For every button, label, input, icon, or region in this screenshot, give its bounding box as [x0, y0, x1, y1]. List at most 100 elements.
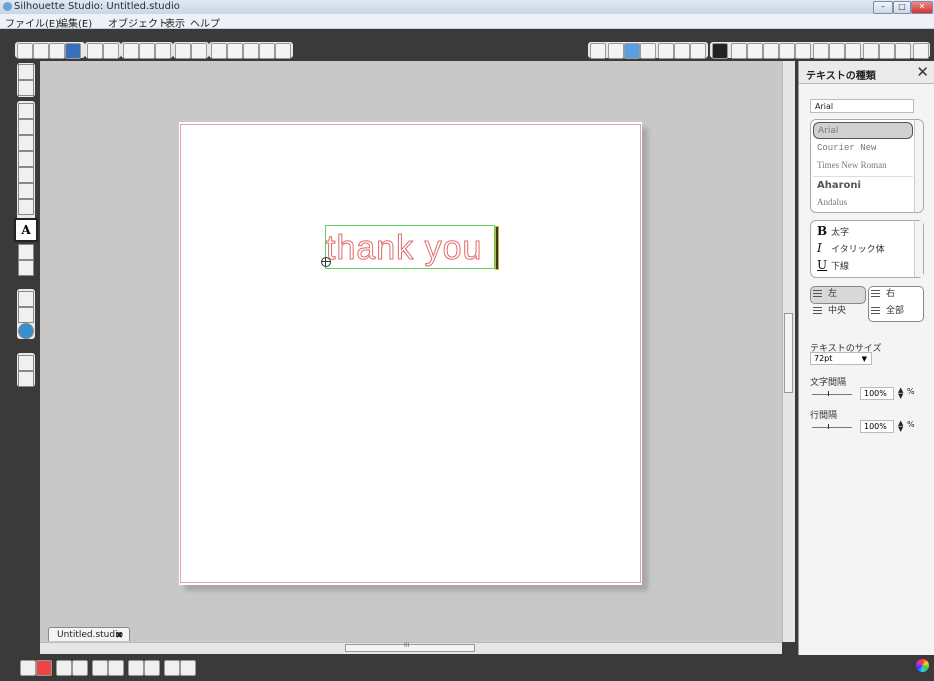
horizontal-scroll-thumb[interactable]: III — [345, 642, 475, 652]
transform-icon[interactable] — [731, 43, 747, 59]
cutter-icon[interactable] — [103, 43, 119, 59]
cut-settings-icon[interactable] — [863, 43, 879, 59]
page-setup-icon[interactable] — [829, 43, 845, 59]
print-icon[interactable] — [87, 43, 103, 59]
send-backward-icon[interactable] — [144, 660, 160, 676]
menu-view[interactable]: 表示 — [165, 15, 185, 30]
char-spacing-spinner-icon[interactable]: ▲ ▼ — [898, 387, 903, 400]
line-tool-icon[interactable] — [18, 103, 34, 119]
send-to-cutter-icon[interactable] — [895, 43, 911, 59]
ellipse-tool-icon[interactable] — [18, 151, 34, 167]
bring-forward-icon[interactable] — [128, 660, 144, 676]
line-style-icon[interactable] — [658, 43, 674, 59]
font-name-input[interactable]: Arial — [810, 99, 914, 113]
replicate-icon[interactable] — [747, 43, 763, 59]
design-page[interactable]: thank you — [179, 122, 642, 585]
vertical-scroll-thumb[interactable] — [784, 313, 793, 393]
close-tab-icon[interactable]: ✖ — [115, 629, 123, 643]
make-compound-icon[interactable] — [56, 660, 72, 676]
curve-tool-icon[interactable] — [18, 183, 34, 199]
menu-help[interactable]: ヘルプ — [190, 15, 220, 30]
menu-file[interactable]: ファイル(E) — [5, 15, 59, 30]
group-icon[interactable] — [20, 660, 36, 676]
align-icon[interactable] — [779, 43, 795, 59]
close-panel-icon[interactable]: ✕ — [916, 63, 929, 81]
freehand-tool-icon[interactable] — [18, 199, 34, 215]
offset-icon[interactable] — [795, 43, 811, 59]
menu-object[interactable]: オブジェクト — [108, 15, 168, 30]
line-spacing-spinner-icon[interactable]: ▲ ▼ — [898, 420, 903, 433]
save-as-icon[interactable] — [65, 43, 81, 59]
weld-icon[interactable] — [164, 660, 180, 676]
bold-option[interactable]: B 太字 — [817, 223, 849, 239]
vertical-scrollbar[interactable] — [782, 61, 795, 642]
line-width-icon[interactable] — [674, 43, 690, 59]
sketch-pen-icon[interactable] — [879, 43, 895, 59]
copy-icon[interactable] — [123, 43, 139, 59]
paste-icon[interactable] — [139, 43, 155, 59]
store-icon[interactable] — [18, 307, 34, 323]
redo-icon[interactable] — [191, 43, 207, 59]
new-document-icon[interactable] — [17, 43, 33, 59]
font-item-times[interactable]: Times New Roman — [813, 157, 913, 174]
char-spacing-input[interactable]: 100% — [860, 387, 894, 400]
text-anchor-icon[interactable] — [321, 257, 331, 267]
font-item-courier[interactable]: Courier New — [813, 140, 913, 157]
modify-icon[interactable] — [763, 43, 779, 59]
text-style-icon[interactable] — [712, 43, 728, 59]
undo-icon[interactable] — [175, 43, 191, 59]
rounded-rectangle-tool-icon[interactable] — [18, 135, 34, 151]
align-center-button[interactable]: 中央 — [810, 304, 864, 319]
pan-hand-icon[interactable] — [259, 43, 275, 59]
style-list-scrollbar[interactable] — [914, 221, 923, 277]
close-window-button[interactable]: ✕ — [911, 1, 933, 14]
text-content[interactable]: thank you — [325, 228, 482, 268]
underline-option[interactable]: U 下線 — [817, 257, 849, 273]
text-tool-button[interactable]: A — [14, 218, 38, 242]
font-item-arial[interactable]: Arial — [813, 122, 913, 139]
font-item-aharoni[interactable]: Aharoni — [813, 176, 913, 193]
font-list-scrollbar[interactable] — [914, 120, 923, 212]
fill-color-icon[interactable] — [608, 43, 624, 59]
color-wheel-icon[interactable] — [916, 659, 929, 672]
line-join-icon[interactable] — [690, 43, 706, 59]
eraser-tool-icon[interactable] — [18, 244, 34, 260]
line-color-icon[interactable] — [624, 43, 640, 59]
document-tab[interactable]: Untitled.studio ✖ — [48, 627, 130, 641]
zoom-out-icon[interactable] — [227, 43, 243, 59]
page-view-icon[interactable] — [18, 371, 34, 387]
library-icon[interactable] — [18, 291, 34, 307]
line-spacing-slider[interactable] — [812, 424, 852, 429]
char-spacing-slider[interactable] — [812, 391, 852, 396]
align-justify-button[interactable]: 全部 — [868, 304, 922, 319]
canvas-area[interactable]: thank you — [40, 61, 782, 642]
grid-icon[interactable] — [913, 43, 929, 59]
minimize-button[interactable]: – — [873, 1, 893, 14]
align-left-button[interactable]: 左 — [810, 287, 864, 302]
ungroup-icon[interactable] — [36, 660, 52, 676]
registration-icon[interactable] — [845, 43, 861, 59]
italic-option[interactable]: I イタリック体 — [817, 240, 885, 256]
delete-icon[interactable] — [108, 660, 124, 676]
text-size-select[interactable]: 72pt ▼ — [810, 352, 872, 365]
zoom-select-icon[interactable] — [243, 43, 259, 59]
knife-tool-icon[interactable] — [18, 260, 34, 276]
horizontal-scrollbar[interactable]: III — [40, 642, 782, 654]
online-store-icon[interactable] — [18, 323, 34, 339]
font-item-andalus[interactable]: Andalus — [813, 194, 913, 211]
lock-icon[interactable] — [590, 43, 606, 59]
color-picker-icon[interactable] — [180, 660, 196, 676]
text-object[interactable]: thank you — [321, 225, 499, 270]
char-spacing-knob[interactable] — [828, 391, 829, 396]
gradient-icon[interactable] — [640, 43, 656, 59]
zoom-in-icon[interactable] — [211, 43, 227, 59]
polygon-tool-icon[interactable] — [18, 167, 34, 183]
line-spacing-knob[interactable] — [828, 424, 829, 429]
release-compound-icon[interactable] — [72, 660, 88, 676]
select-arrow-icon[interactable] — [18, 64, 34, 80]
menu-edit[interactable]: 編集(E) — [58, 15, 92, 30]
open-folder-icon[interactable] — [33, 43, 49, 59]
cut-scissors-icon[interactable] — [155, 43, 171, 59]
save-icon[interactable] — [49, 43, 65, 59]
point-edit-icon[interactable] — [18, 80, 34, 96]
